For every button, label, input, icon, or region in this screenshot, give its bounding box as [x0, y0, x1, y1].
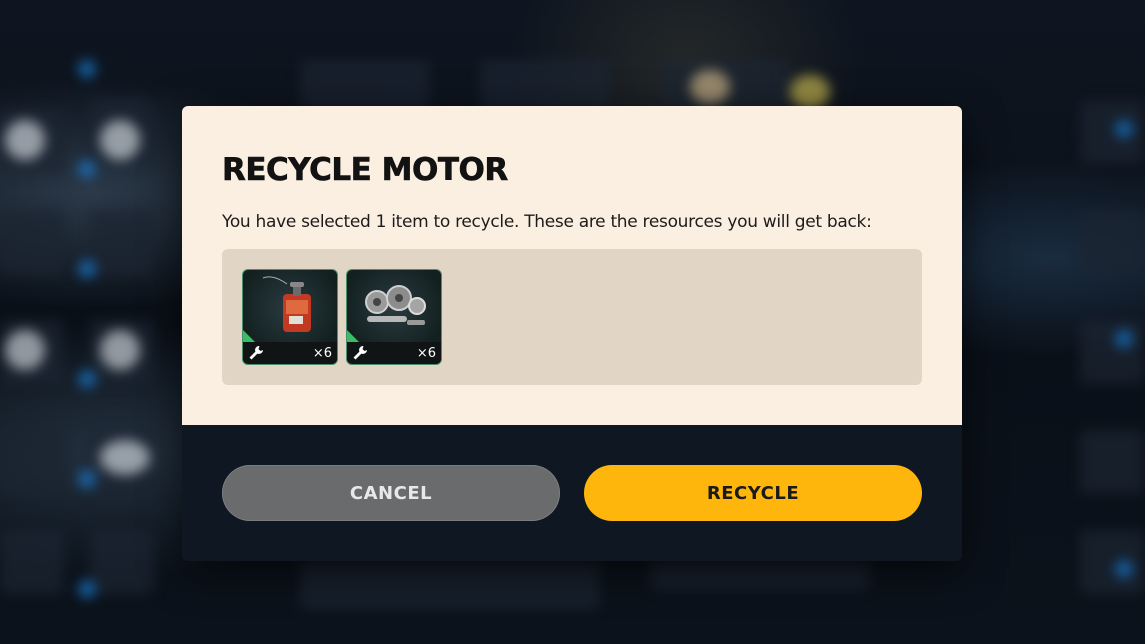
recycle-button[interactable]: RECYCLE	[584, 465, 922, 521]
resource-quantity: ×6	[416, 346, 436, 361]
resource-item-gears[interactable]: ×6	[346, 269, 442, 365]
dialog-title: RECYCLE MOTOR	[222, 152, 509, 189]
resource-quantity: ×6	[312, 346, 332, 361]
wrench-icon	[249, 346, 263, 360]
wrench-icon	[353, 346, 367, 360]
dialog-body: RECYCLE MOTOR You have selected 1 item t…	[182, 106, 962, 425]
cancel-button[interactable]: CANCEL	[222, 465, 560, 521]
fuel-can-icon	[262, 276, 311, 332]
gears-parts-icon	[365, 285, 426, 325]
resources-panel: ×6 ×6	[222, 249, 922, 385]
dialog-description: You have selected 1 item to recycle. The…	[222, 212, 872, 232]
resource-item-fuel-can[interactable]: ×6	[242, 269, 338, 365]
recycle-dialog: RECYCLE MOTOR You have selected 1 item t…	[182, 106, 962, 561]
